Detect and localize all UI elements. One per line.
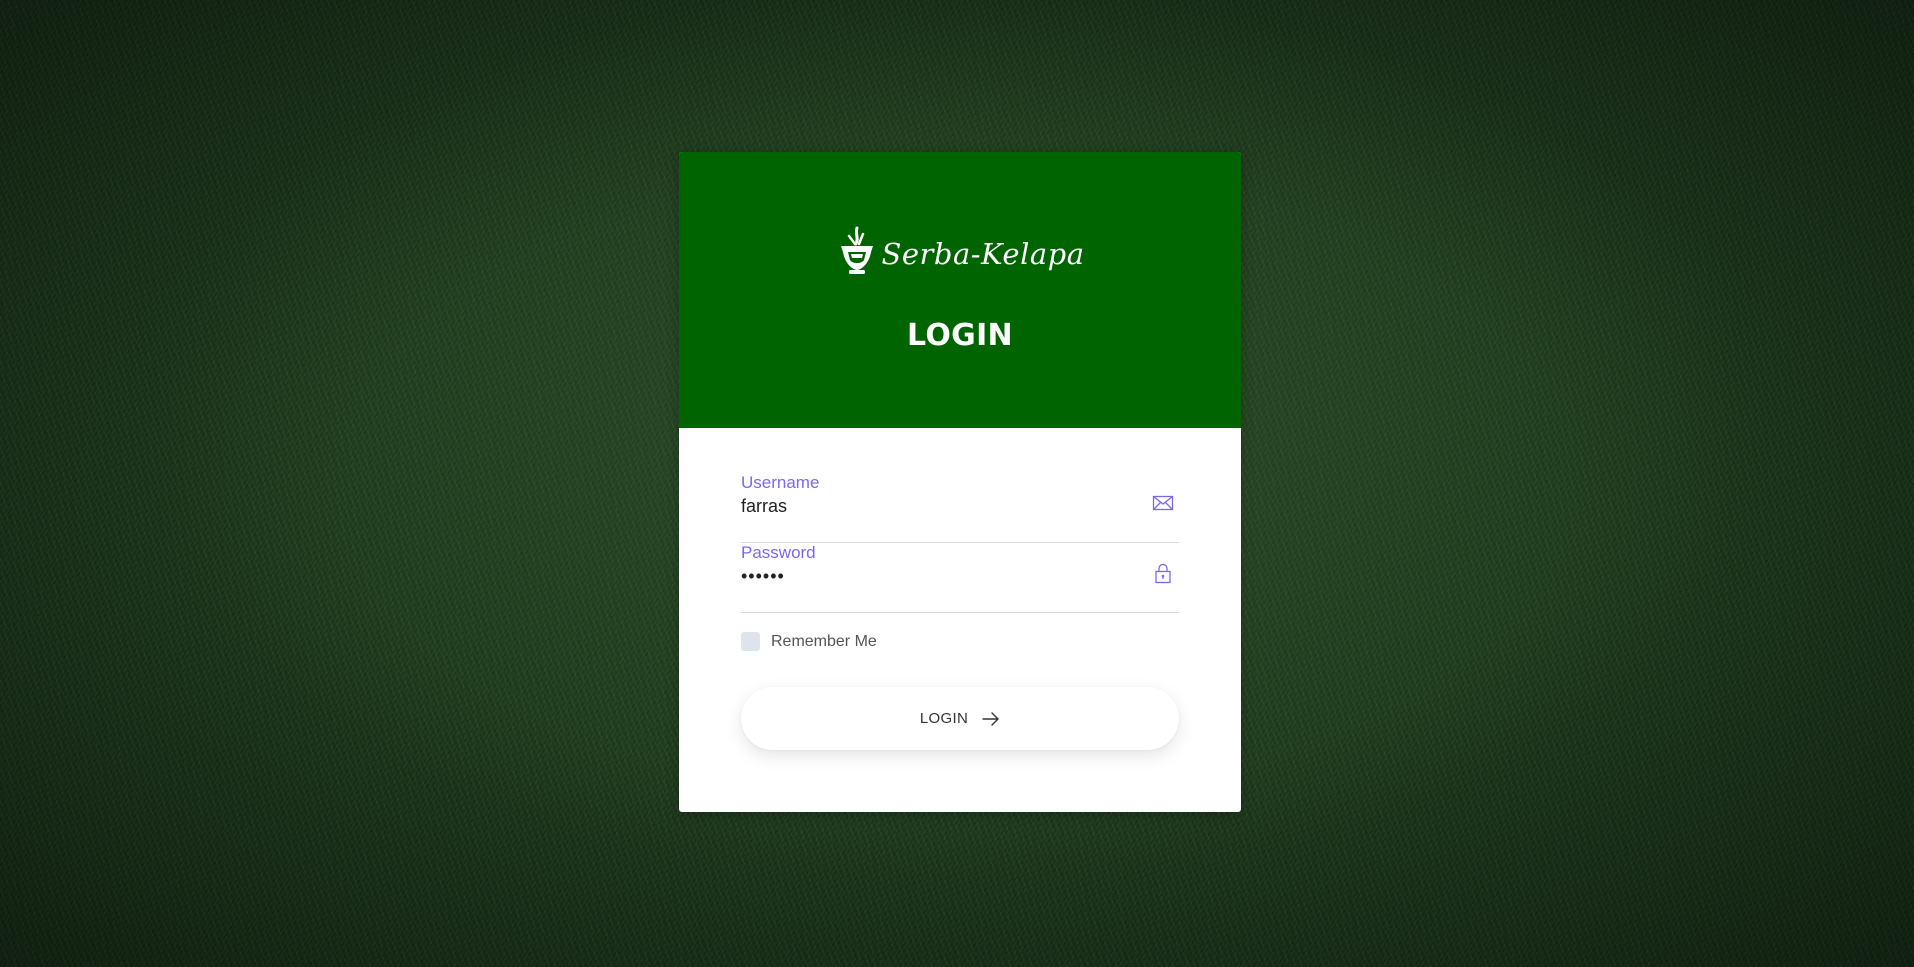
login-form: Username Password •••••• <box>679 473 1241 613</box>
password-label: Password <box>741 543 816 562</box>
remember-me-label: Remember Me <box>771 632 877 650</box>
lock-icon <box>1155 563 1171 584</box>
login-card-header: Serba-Kelapa LOGIN <box>679 152 1241 428</box>
login-button-label: LOGIN <box>919 710 969 727</box>
login-button[interactable]: LOGIN <box>741 687 1179 750</box>
password-field: Password •••••• <box>741 543 1179 613</box>
mortar-pestle-logo <box>841 226 874 274</box>
username-field: Username <box>741 473 1179 543</box>
remember-me[interactable]: Remember Me <box>741 632 877 651</box>
password-input[interactable]: •••••• <box>741 566 1131 587</box>
remember-me-checkbox[interactable] <box>741 632 760 651</box>
brand-name: Serba-Kelapa <box>881 237 1085 271</box>
brand: Serba-Kelapa <box>679 224 1241 278</box>
username-input[interactable] <box>741 496 1131 517</box>
page-title: LOGIN <box>907 318 1013 353</box>
login-card: Serba-Kelapa LOGIN Username Password •••… <box>679 152 1241 812</box>
arrow-right-icon <box>982 711 999 726</box>
username-label: Username <box>741 473 820 492</box>
envelope-icon <box>1152 495 1174 511</box>
